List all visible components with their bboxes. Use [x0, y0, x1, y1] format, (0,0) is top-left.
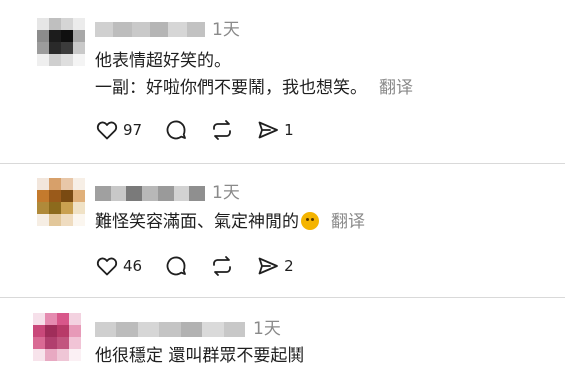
- reply-button[interactable]: [164, 118, 188, 142]
- timestamp: 1天: [253, 319, 281, 339]
- repost-icon: [213, 120, 231, 140]
- comment-item: 1天 難怪笑容滿面、氣定神閒的 翻译 46 2: [0, 164, 565, 296]
- like-button[interactable]: 97: [95, 118, 142, 142]
- share-button[interactable]: 2: [256, 254, 294, 278]
- username[interactable]: [95, 186, 205, 201]
- comment-text: 他表情超好笑的。 一副：好啦你們不要鬧，我也想笑。 翻译: [95, 50, 413, 99]
- send-icon: [258, 257, 278, 275]
- hugging-face-emoji-icon: [301, 212, 319, 230]
- comment-line: 他很穩定 還叫群眾不要起鬨: [95, 346, 305, 366]
- repost-icon: [213, 256, 231, 276]
- avatar[interactable]: [37, 18, 85, 66]
- repost-button[interactable]: [210, 118, 234, 142]
- like-button[interactable]: 46: [95, 254, 142, 278]
- like-count: 97: [123, 121, 143, 139]
- timestamp: 1天: [212, 20, 240, 40]
- timestamp: 1天: [212, 183, 240, 203]
- heart-icon: [96, 257, 118, 276]
- comment-line: 他表情超好笑的。: [95, 51, 231, 71]
- share-count: 1: [284, 121, 294, 139]
- share-button[interactable]: 1: [256, 118, 294, 142]
- comment-icon: [166, 256, 186, 276]
- comment-actions: 46 2: [95, 254, 316, 278]
- comment-text: 難怪笑容滿面、氣定神閒的 翻译: [95, 211, 365, 233]
- comment-icon: [166, 120, 186, 140]
- comment-text: 他很穩定 還叫群眾不要起鬨: [95, 345, 304, 367]
- reply-button[interactable]: [164, 254, 188, 278]
- comment-item: 1天 他很穩定 還叫群眾不要起鬨: [0, 298, 565, 378]
- username[interactable]: [95, 322, 245, 337]
- heart-icon: [96, 121, 118, 140]
- send-icon: [258, 121, 278, 139]
- comment-line: 一副：好啦你們不要鬧，我也想笑。 翻译: [95, 78, 413, 98]
- username[interactable]: [95, 22, 205, 37]
- like-count: 46: [123, 257, 143, 275]
- comment-actions: 97 1: [95, 118, 316, 142]
- comment-line: 難怪笑容滿面、氣定神閒的 翻译: [95, 212, 365, 232]
- repost-button[interactable]: [210, 254, 234, 278]
- comment-item: 1天 他表情超好笑的。 一副：好啦你們不要鬧，我也想笑。 翻译 97 1: [0, 0, 565, 162]
- share-count: 2: [284, 257, 294, 275]
- translate-link[interactable]: 翻译: [379, 78, 413, 98]
- avatar[interactable]: [33, 313, 81, 361]
- translate-link[interactable]: 翻译: [331, 212, 365, 232]
- avatar[interactable]: [37, 178, 85, 226]
